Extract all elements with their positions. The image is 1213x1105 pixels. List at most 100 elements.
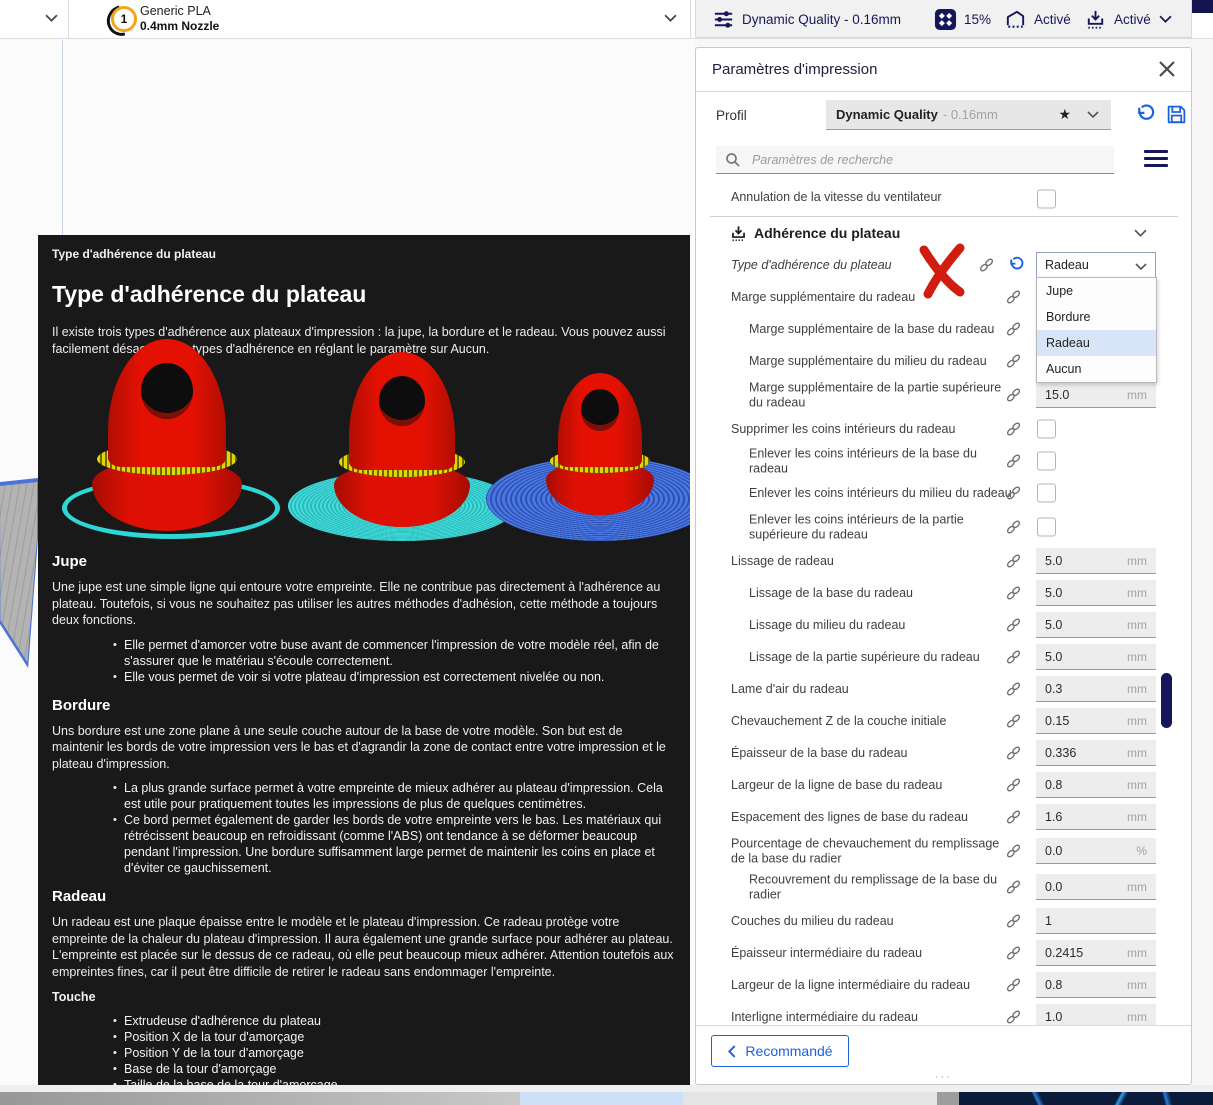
star-icon[interactable]: ★: [1058, 106, 1071, 123]
panel-header: Paramètres d'impression: [696, 48, 1191, 92]
tooltip-touche-label: Touche: [52, 990, 96, 1004]
setting-row: Espacement des lignes de base du radeau 1…: [696, 801, 1191, 833]
setting-unit: mm: [1127, 810, 1147, 824]
tooltip-bullet: Base de la tour d'amorçage: [113, 1061, 664, 1077]
setting-unit: mm: [1127, 746, 1147, 760]
setting-value-field[interactable]: 0.3 mm: [1036, 676, 1156, 702]
setting-label: Lissage de la partie supérieure du radea…: [749, 649, 980, 664]
setting-checkbox[interactable]: [1037, 517, 1056, 537]
dropdown-option-bordure[interactable]: Bordure: [1037, 304, 1156, 330]
setting-label: Marge supplémentaire du milieu du radeau: [749, 353, 987, 368]
select-value: Radeau: [1045, 258, 1089, 272]
dropdown-option-jupe[interactable]: Jupe: [1037, 278, 1156, 304]
recommended-button[interactable]: Recommandé: [711, 1035, 849, 1067]
chevron-down-icon[interactable]: [1134, 229, 1147, 238]
window-bottom-strip: [0, 1085, 1213, 1092]
setting-value-field[interactable]: 0.0 mm: [1036, 874, 1156, 900]
taskbar-window-preview: [520, 1092, 683, 1105]
setting-value-field[interactable]: 5.0 mm: [1036, 644, 1156, 670]
setting-checkbox[interactable]: [1037, 189, 1056, 208]
setting-checkbox[interactable]: [1037, 451, 1056, 471]
setting-value-field[interactable]: 0.15 mm: [1036, 708, 1156, 734]
close-icon[interactable]: [1157, 59, 1177, 79]
setting-value: 0.15: [1045, 714, 1070, 728]
setting-label: Pourcentage de chevauchement du rempliss…: [731, 836, 1000, 866]
profile-select[interactable]: Dynamic Quality - 0.16mm ★: [826, 100, 1111, 130]
link-icon: [1006, 586, 1021, 601]
setting-unit: mm: [1127, 388, 1147, 402]
setting-value-field[interactable]: 0.0%: [1036, 838, 1156, 864]
desktop-wallpaper: [959, 1092, 1213, 1105]
infill-summary-label: 15%: [964, 11, 992, 27]
nozzle-size: 0.4mm Nozzle: [140, 19, 220, 33]
setting-row: Couches du milieu du radeau 1: [696, 905, 1191, 937]
tooltip-bullet: Position Y de la tour d'amorçage: [113, 1045, 664, 1061]
setting-row: Supprimer les coins intérieurs du radeau: [696, 413, 1191, 445]
tooltip-section-body: Un radeau est une plaque épaisse entre l…: [52, 915, 674, 979]
setting-value-field[interactable]: 5.0 mm: [1036, 580, 1156, 606]
dropdown-option-aucun[interactable]: Aucun: [1037, 356, 1156, 382]
link-icon: [1006, 454, 1021, 469]
extruder-number: 1: [111, 6, 137, 32]
link-icon: [1006, 946, 1021, 961]
menu-icon[interactable]: [1144, 148, 1168, 170]
undo-profile-icon[interactable]: [1134, 104, 1155, 125]
setting-value: 0.336: [1045, 746, 1077, 760]
panel-resize-handle[interactable]: ···: [935, 1071, 952, 1083]
printer-selector-chevron-icon[interactable]: [45, 14, 58, 23]
link-icon: [1006, 618, 1021, 633]
setting-value: 1.0: [1045, 1010, 1063, 1024]
skirt-model-image: [62, 339, 280, 541]
link-icon: [1006, 388, 1021, 403]
recommended-button-label: Recommandé: [745, 1043, 833, 1059]
revert-icon[interactable]: [1007, 256, 1024, 274]
setting-value-field[interactable]: 0.2415 mm: [1036, 940, 1156, 966]
setting-value-field[interactable]: 0.336 mm: [1036, 740, 1156, 766]
setting-row: Enlever les coins intérieurs de la parti…: [696, 509, 1191, 545]
setting-label: Espacement des lignes de base du radeau: [731, 809, 968, 824]
tooltip-title: Type d'adhérence du plateau: [52, 281, 367, 307]
tooltip-setting-name: Type d'adhérence du plateau: [52, 247, 217, 261]
link-icon: [1006, 486, 1021, 501]
setting-row: Lame d'air du radeau 0.3 mm: [696, 673, 1191, 705]
dropdown-option-radeau[interactable]: Radeau: [1037, 330, 1156, 356]
extruder-selector-chevron-icon[interactable]: [664, 14, 677, 23]
summary-chevron-icon[interactable]: [1159, 15, 1172, 24]
setting-value-field[interactable]: 0.8 mm: [1036, 972, 1156, 998]
setting-value-field[interactable]: 1: [1036, 908, 1156, 934]
material-name: Generic PLA: [140, 4, 211, 18]
setting-checkbox[interactable]: [1037, 419, 1056, 439]
setting-value-field[interactable]: 1.6 mm: [1036, 804, 1156, 830]
link-icon: [1006, 354, 1021, 369]
taskbar-segment: [937, 1092, 959, 1105]
tooltip-bullet: Position X de la tour d'amorçage: [113, 1029, 664, 1045]
search-input[interactable]: [750, 147, 1104, 173]
setting-value-field[interactable]: 5.0 mm: [1036, 548, 1156, 574]
profile-name: Dynamic Quality: [836, 107, 938, 122]
setting-value-field[interactable]: 5.0 mm: [1036, 612, 1156, 638]
adhesion-type-select[interactable]: Radeau: [1036, 252, 1156, 278]
toolbar-divider: [690, 0, 691, 38]
profil-label: Profil: [716, 108, 747, 123]
chevron-left-icon: [727, 1044, 736, 1058]
search-box[interactable]: [716, 146, 1114, 174]
setting-value: 0.2415: [1045, 946, 1084, 960]
setting-value-field[interactable]: 15.0 mm: [1036, 382, 1156, 408]
chevron-down-icon: [1135, 263, 1147, 271]
setting-row: Enlever les coins intérieurs du milieu d…: [696, 477, 1191, 509]
setting-row: Lissage du milieu du radeau 5.0 mm: [696, 609, 1191, 641]
scrollbar-thumb[interactable]: [1161, 673, 1172, 728]
setting-value: 0.0: [1045, 880, 1063, 894]
tooltip-bullet: Extrudeuse d'adhérence du plateau: [113, 1013, 664, 1029]
link-icon: [1006, 914, 1021, 929]
category-adhesion[interactable]: Adhérence du plateau: [696, 217, 1191, 249]
setting-checkbox[interactable]: [1037, 483, 1056, 503]
setting-row: Lissage de la base du radeau 5.0 mm: [696, 577, 1191, 609]
link-icon: [1006, 650, 1021, 665]
setting-label: Lissage du milieu du radeau: [749, 617, 906, 632]
support-summary: Activé: [1004, 0, 1071, 38]
print-settings-summary-bar[interactable]: Dynamic Quality - 0.16mm 15% Activé Acti…: [695, 0, 1192, 38]
setting-value-field[interactable]: 1.0 mm: [1036, 1004, 1156, 1025]
save-profile-icon[interactable]: [1166, 104, 1187, 125]
setting-value-field[interactable]: 0.8 mm: [1036, 772, 1156, 798]
